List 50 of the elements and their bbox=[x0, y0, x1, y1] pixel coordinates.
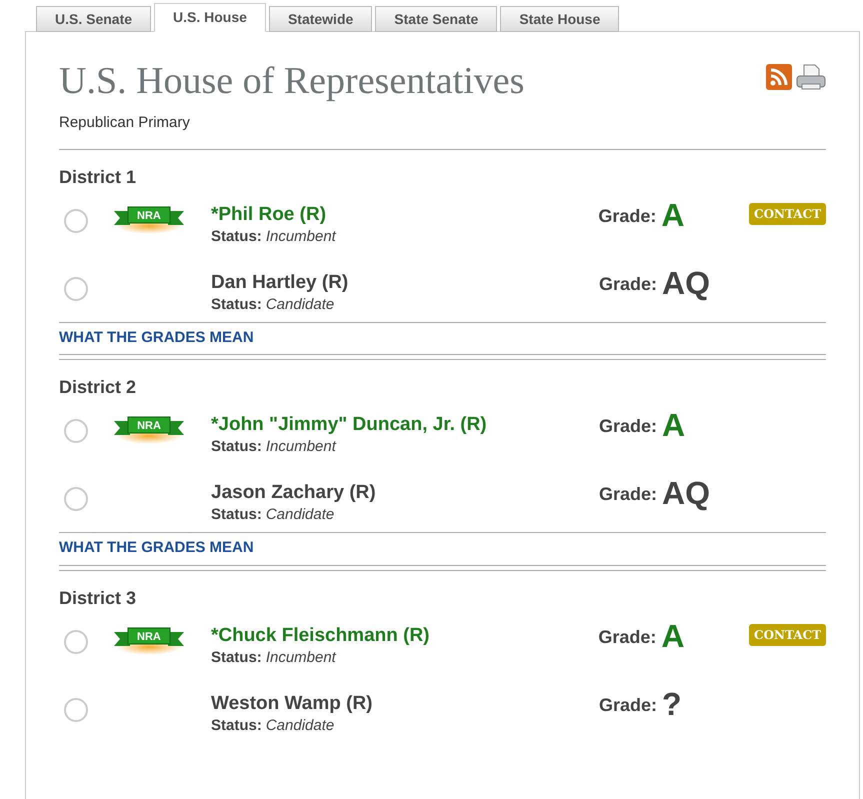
status-value: Candidate bbox=[266, 716, 334, 734]
tab[interactable]: Statewide bbox=[268, 6, 372, 32]
candidate-name: *Chuck Fleischmann (R) bbox=[210, 624, 431, 648]
grade-value: AQ bbox=[662, 264, 710, 300]
candidate-name: *Phil Roe (R) bbox=[210, 202, 328, 226]
radio-button[interactable] bbox=[64, 419, 88, 443]
tab[interactable]: State House bbox=[500, 6, 620, 32]
grade-label: Grade: bbox=[598, 204, 656, 228]
radio-button[interactable] bbox=[64, 487, 88, 511]
page-title: U.S. House of Representatives bbox=[59, 60, 524, 102]
status-label: Status: bbox=[211, 437, 262, 456]
subtitle: Republican Primary bbox=[59, 113, 191, 133]
tab[interactable]: State Senate bbox=[375, 6, 498, 32]
grade-value: A bbox=[662, 407, 686, 443]
candidate-name: *John "Jimmy" Duncan, Jr. (R) bbox=[211, 413, 488, 437]
radio-button[interactable] bbox=[64, 276, 88, 300]
candidate-name: Weston Wamp (R) bbox=[211, 692, 374, 716]
status-label: Status: bbox=[211, 716, 262, 734]
grade-value: AQ bbox=[662, 475, 710, 511]
candidate-name: Jason Zachary (R) bbox=[211, 481, 377, 505]
tab[interactable]: U.S. Senate bbox=[36, 6, 152, 32]
district-heading: District 2 bbox=[59, 376, 138, 399]
grade-value: ? bbox=[662, 686, 682, 722]
radio-button[interactable] bbox=[64, 698, 88, 722]
district-heading: District 3 bbox=[59, 586, 138, 610]
status-value: Candidate bbox=[266, 294, 334, 314]
status-value: Incumbent bbox=[266, 226, 336, 246]
grade-label: Grade: bbox=[599, 483, 658, 506]
rss-icon[interactable] bbox=[766, 64, 792, 90]
candidate-name: Dan Hartley (R) bbox=[211, 270, 350, 294]
status-label: Status: bbox=[211, 505, 262, 524]
status-label: Status: bbox=[210, 648, 262, 666]
grade-value: A bbox=[661, 196, 684, 232]
status-value: Incumbent bbox=[266, 648, 336, 666]
grades-link[interactable]: WHAT THE GRADES MEAN bbox=[59, 533, 826, 564]
grades-link[interactable]: WHAT THE GRADES MEAN bbox=[59, 322, 826, 353]
status-label: Status: bbox=[210, 226, 262, 246]
grade-value: A bbox=[661, 618, 684, 654]
print-icon[interactable] bbox=[796, 64, 826, 90]
radio-button[interactable] bbox=[64, 630, 88, 654]
tab[interactable]: U.S. House bbox=[154, 3, 266, 32]
grade-label: Grade: bbox=[599, 694, 658, 716]
grade-label: Grade: bbox=[599, 272, 658, 296]
district-heading: District 1 bbox=[59, 166, 138, 188]
status-value: Incumbent bbox=[266, 437, 336, 456]
grade-label: Grade: bbox=[599, 415, 658, 438]
grade-label: Grade: bbox=[598, 626, 656, 648]
status-value: Candidate bbox=[266, 505, 334, 524]
status-label: Status: bbox=[211, 294, 262, 314]
radio-button[interactable] bbox=[64, 208, 88, 232]
